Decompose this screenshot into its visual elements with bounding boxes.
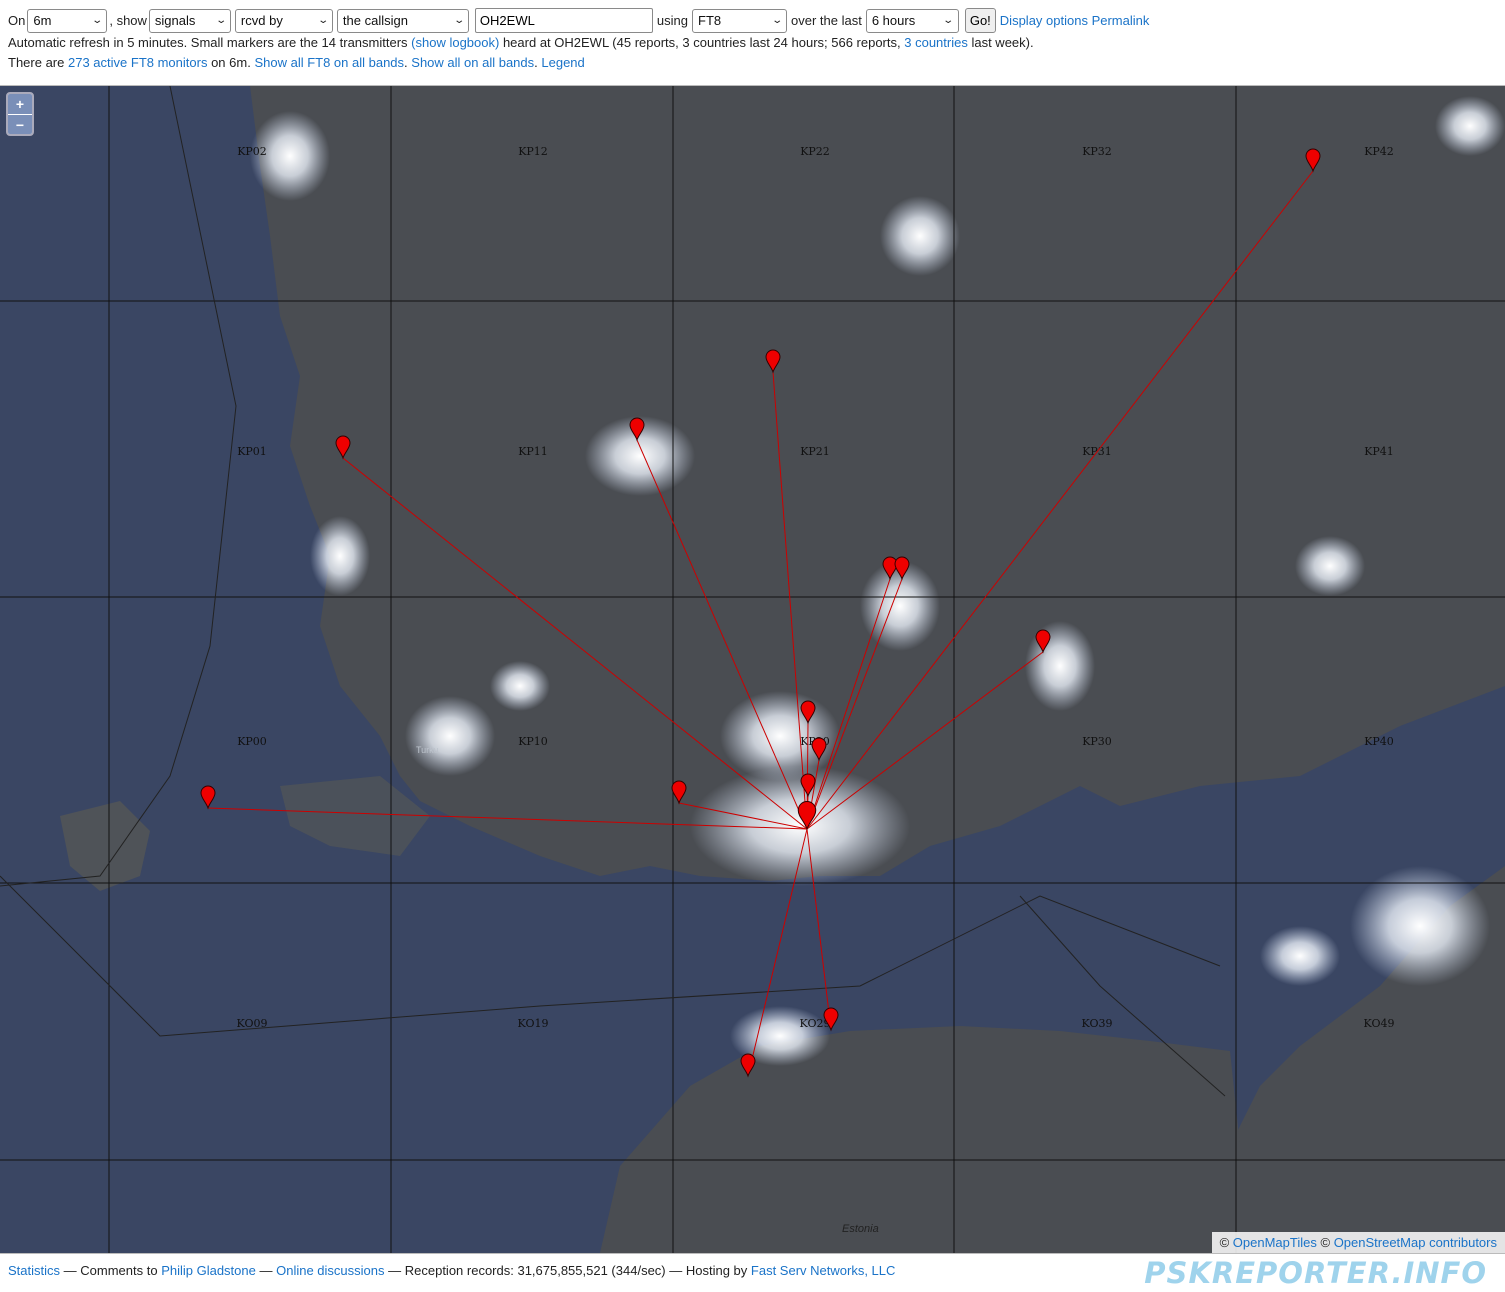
target-value: the callsign bbox=[342, 13, 408, 28]
mode-value: FT8 bbox=[698, 13, 722, 28]
callsign-input[interactable] bbox=[474, 8, 653, 33]
chevron-down-icon: ⌄ bbox=[452, 15, 465, 26]
aland-islands bbox=[60, 801, 150, 891]
monitors-line: There are 273 active FT8 monitors on 6m.… bbox=[8, 55, 585, 70]
online-discussions-link[interactable]: Online discussions bbox=[276, 1263, 384, 1278]
transmitter-marker[interactable] bbox=[200, 785, 216, 810]
copyright-sign: © bbox=[1219, 1235, 1230, 1250]
grid-square-label: KP21 bbox=[800, 445, 830, 458]
copyright-sign: © bbox=[1320, 1235, 1331, 1250]
estonia-land bbox=[600, 1026, 1240, 1253]
active-monitors-link[interactable]: 273 active FT8 monitors bbox=[68, 55, 207, 70]
hosting-link[interactable]: Fast Serv Networks, LLC bbox=[751, 1263, 896, 1278]
zoom-out-button[interactable]: − bbox=[8, 114, 32, 134]
footer-text-2: — bbox=[259, 1263, 273, 1278]
grid-square-label: KP32 bbox=[1082, 145, 1112, 158]
show-logbook-link[interactable]: (show logbook) bbox=[411, 35, 499, 50]
grid-square-label: KP11 bbox=[518, 445, 548, 458]
zoom-control: + − bbox=[6, 92, 34, 136]
map-view[interactable]: KP02KP12KP22KP32KP42KP01KP11KP21KP31KP41… bbox=[0, 85, 1505, 1254]
countries-link[interactable]: 3 countries bbox=[904, 35, 968, 50]
display-options-link[interactable]: Display options bbox=[1000, 13, 1088, 28]
chevron-down-icon: ⌄ bbox=[770, 15, 783, 26]
place-label-turku: Turku bbox=[416, 745, 439, 755]
period-select[interactable]: 6 hours ⌄ bbox=[865, 8, 959, 33]
show-all-bands-link[interactable]: Show all on all bands bbox=[411, 55, 534, 70]
statistics-link[interactable]: Statistics bbox=[8, 1263, 60, 1278]
border-line bbox=[0, 875, 1221, 1037]
there-are-text: There are bbox=[8, 55, 65, 70]
grid-square-label: KP10 bbox=[518, 735, 548, 748]
chevron-down-icon: ⌄ bbox=[942, 15, 955, 26]
chevron-down-icon: ⌄ bbox=[91, 15, 104, 26]
target-select[interactable]: the callsign ⌄ bbox=[336, 8, 469, 33]
using-label: using bbox=[656, 13, 688, 28]
place-label-estonia: Estonia bbox=[842, 1223, 879, 1235]
zoom-in-button[interactable]: + bbox=[8, 94, 32, 114]
status-text-3: last week). bbox=[971, 35, 1034, 50]
author-link[interactable]: Philip Gladstone bbox=[161, 1263, 256, 1278]
grid-square-label: KP00 bbox=[237, 735, 267, 748]
grid-square-label: KO39 bbox=[1082, 1017, 1113, 1030]
status-text-1: Automatic refresh in 5 minutes. Small ma… bbox=[8, 35, 408, 50]
map-canvas[interactable]: KP02KP12KP22KP32KP42KP01KP11KP21KP31KP41… bbox=[0, 86, 1505, 1253]
on-label: On bbox=[8, 13, 26, 28]
openmaptiles-link[interactable]: OpenMapTiles bbox=[1233, 1235, 1317, 1250]
grid-square-label: KP42 bbox=[1364, 145, 1394, 158]
show-what-select[interactable]: signals ⌄ bbox=[148, 8, 231, 33]
show-label: , show bbox=[109, 13, 147, 28]
period-value: 6 hours bbox=[871, 13, 916, 28]
show-ft8-all-bands-link[interactable]: Show all FT8 on all bands bbox=[254, 55, 404, 70]
footer-text-3: — Reception records: 31,675,855,521 (344… bbox=[388, 1263, 748, 1278]
query-bar: On 6m ⌄ , show signals ⌄ rcvd by ⌄ the call… bbox=[8, 8, 1149, 33]
grid-square-label: KP02 bbox=[237, 145, 267, 158]
show-what-value: signals bbox=[154, 13, 196, 28]
band-value: 6m bbox=[33, 13, 52, 28]
chevron-down-icon: ⌄ bbox=[214, 15, 227, 26]
direction-select[interactable]: rcvd by ⌄ bbox=[234, 8, 333, 33]
direction-value: rcvd by bbox=[240, 13, 283, 28]
grid-square-label: KP22 bbox=[800, 145, 830, 158]
footer: Statistics — Comments to Philip Gladston… bbox=[8, 1263, 895, 1278]
grid-square-label: KP30 bbox=[1082, 735, 1112, 748]
footer-text-1: — Comments to bbox=[63, 1263, 158, 1278]
status-text-2: heard at OH2EWL (45 reports, 3 countries… bbox=[502, 35, 901, 50]
on-band-text: on 6m. bbox=[211, 55, 251, 70]
grid-square-label: KP40 bbox=[1364, 735, 1394, 748]
southwest-archipelago bbox=[280, 776, 430, 856]
band-select[interactable]: 6m ⌄ bbox=[27, 8, 108, 33]
openstreetmap-link[interactable]: OpenStreetMap contributors bbox=[1334, 1235, 1497, 1250]
over-label: over the last bbox=[791, 13, 862, 28]
grid-square-label: KO19 bbox=[518, 1017, 549, 1030]
chevron-down-icon: ⌄ bbox=[316, 15, 329, 26]
legend-link[interactable]: Legend bbox=[541, 55, 584, 70]
border-line bbox=[0, 86, 237, 887]
status-line: Automatic refresh in 5 minutes. Small ma… bbox=[8, 35, 1034, 50]
pskreporter-logo: PSKREPORTER.INFO bbox=[1144, 1256, 1487, 1290]
grid-square-label: KP41 bbox=[1364, 445, 1394, 458]
grid-square-label: KO49 bbox=[1364, 1017, 1395, 1030]
go-button[interactable]: Go! bbox=[964, 8, 996, 33]
mode-select[interactable]: FT8 ⌄ bbox=[692, 8, 787, 33]
grid-square-label: KO09 bbox=[237, 1017, 268, 1030]
permalink-link[interactable]: Permalink bbox=[1092, 13, 1150, 28]
map-attribution: © OpenMapTiles © OpenStreetMap contribut… bbox=[1211, 1232, 1505, 1253]
grid-square-label: KP01 bbox=[237, 445, 267, 458]
grid-square-label: KP12 bbox=[518, 145, 548, 158]
